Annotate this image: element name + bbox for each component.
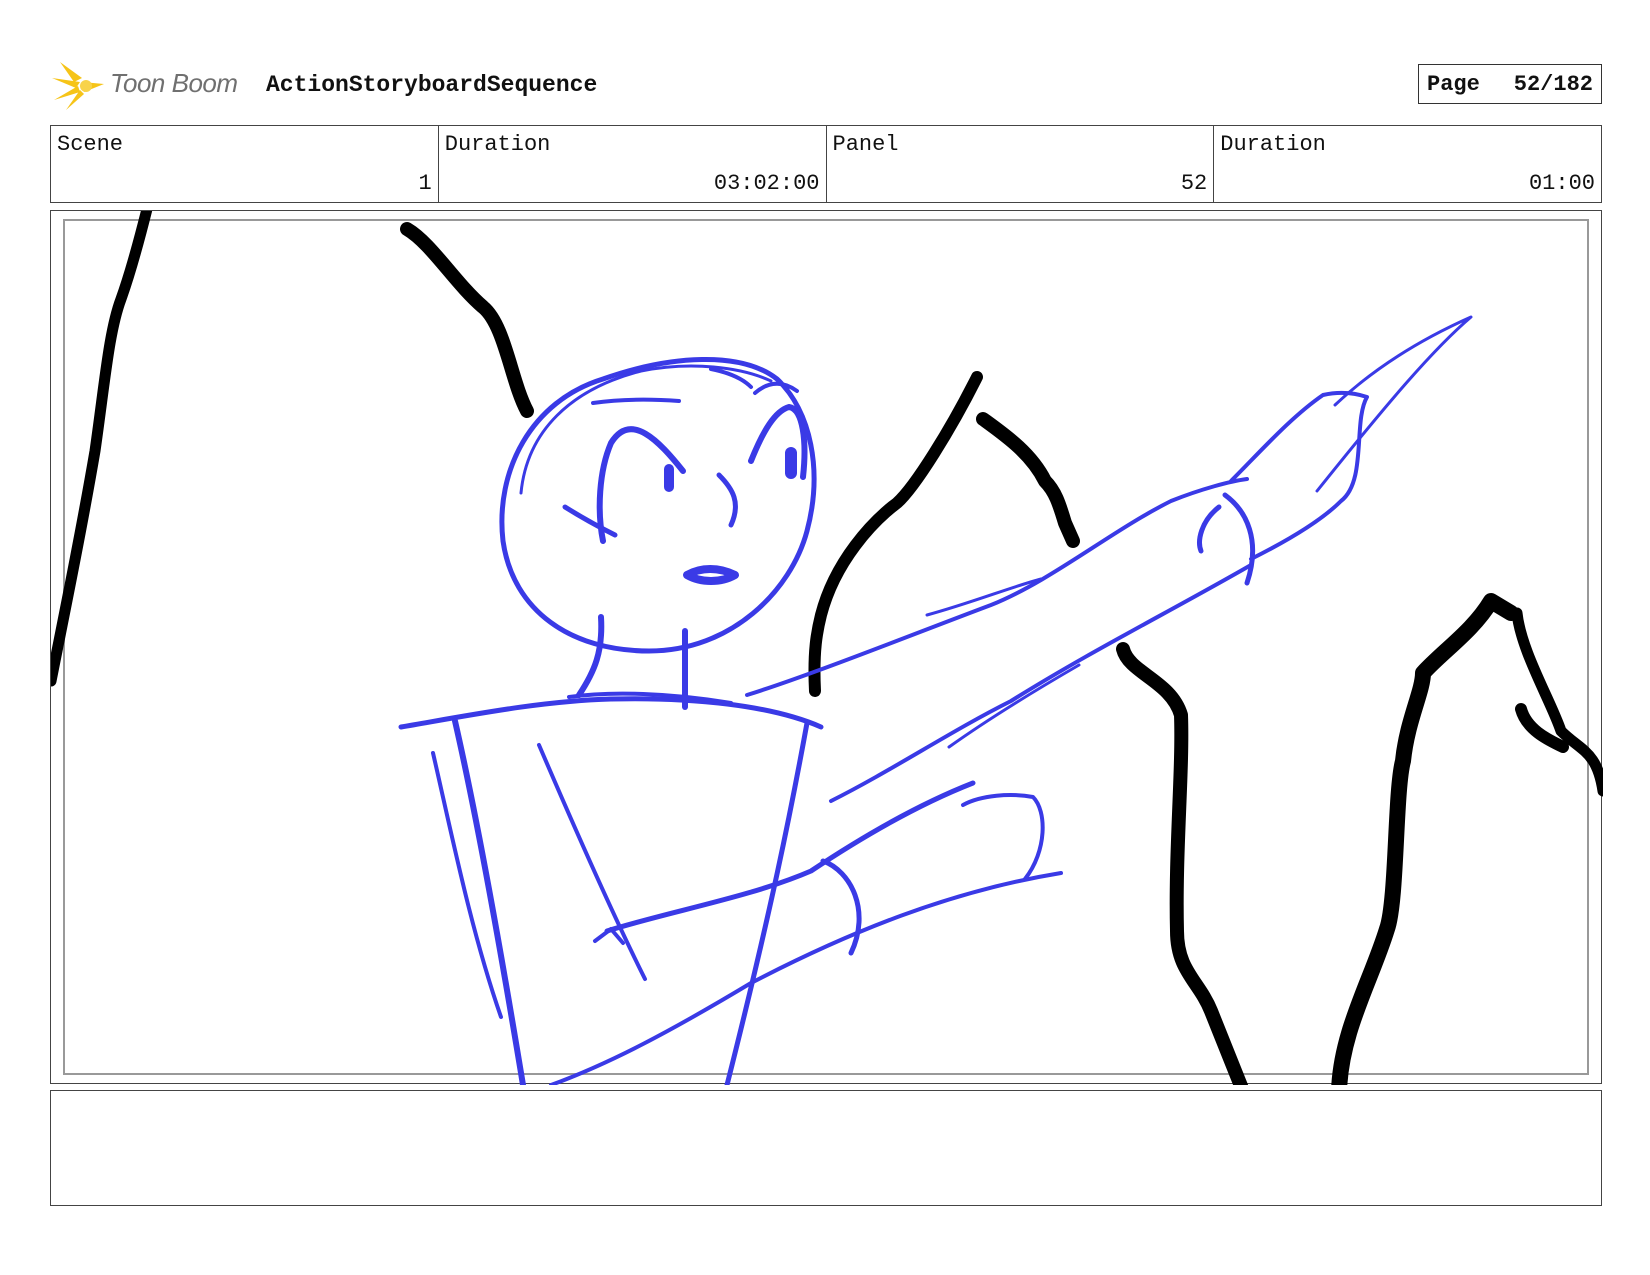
background-sketch — [51, 211, 1603, 1085]
panel-duration-label: Duration — [1220, 132, 1326, 157]
page-number: 52/182 — [1513, 71, 1593, 97]
pointing-finger — [1315, 315, 1473, 493]
scene-label: Scene — [57, 132, 124, 157]
center-peak-left — [808, 371, 983, 697]
scene-duration-cell: Duration 03:02:00 — [439, 126, 827, 202]
lower-arm-bottom — [549, 871, 1063, 1085]
toon-boom-logo: Toon Boom — [52, 56, 252, 112]
panel-label: Panel — [832, 132, 899, 157]
sequence-title: ActionStoryboardSequence — [266, 72, 598, 98]
head-outline-inner — [519, 364, 773, 495]
left-cheek-line — [562, 504, 618, 538]
torso-diagonal — [537, 743, 647, 981]
scene-duration-label: Duration — [444, 132, 551, 157]
page-indicator: Page 52/182 — [1418, 64, 1602, 104]
lower-arm-cross — [593, 927, 625, 945]
storyboard-panel — [50, 210, 1603, 1085]
info-table: Scene 1 Duration 03:02:00 Panel 52 Durat… — [50, 125, 1602, 203]
panel-value: 52 — [1180, 171, 1208, 196]
center-peak-right — [976, 412, 1080, 548]
panel-sketch — [51, 211, 1603, 1085]
panel-duration-cell: Duration 01:00 — [1214, 126, 1601, 202]
starburst-icon — [52, 62, 104, 110]
logo-text: Toon Boom — [110, 68, 238, 98]
character-sketch — [398, 315, 1473, 1085]
mouth — [683, 565, 739, 585]
scene-cell: Scene 1 — [51, 126, 439, 202]
raised-arm-hatch-2 — [947, 663, 1081, 749]
scene-value: 1 — [418, 171, 432, 196]
scene-duration-value: 03:02:00 — [713, 171, 820, 196]
raised-arm-top — [745, 477, 1249, 697]
left-eyebrow — [591, 397, 681, 405]
right-cheek-line — [716, 472, 738, 528]
torso-right — [724, 720, 810, 1085]
head-outline — [499, 357, 817, 654]
left-rock-line — [51, 211, 153, 687]
page-label: Page — [1427, 71, 1480, 97]
panel-cell: Panel 52 — [827, 126, 1215, 202]
far-right-peak-left — [1331, 593, 1519, 1085]
top-ridge-line — [400, 222, 534, 418]
shoulders — [398, 696, 824, 730]
raised-arm-bottom — [829, 563, 1253, 803]
lower-hand — [961, 793, 1045, 881]
torso-left — [452, 718, 526, 1085]
right-ridge-line — [1116, 642, 1249, 1085]
far-right-peak-right — [1511, 607, 1603, 797]
panel-notes-box — [50, 1090, 1602, 1206]
neck-left — [576, 614, 605, 698]
panel-duration-value: 01:00 — [1528, 171, 1595, 196]
